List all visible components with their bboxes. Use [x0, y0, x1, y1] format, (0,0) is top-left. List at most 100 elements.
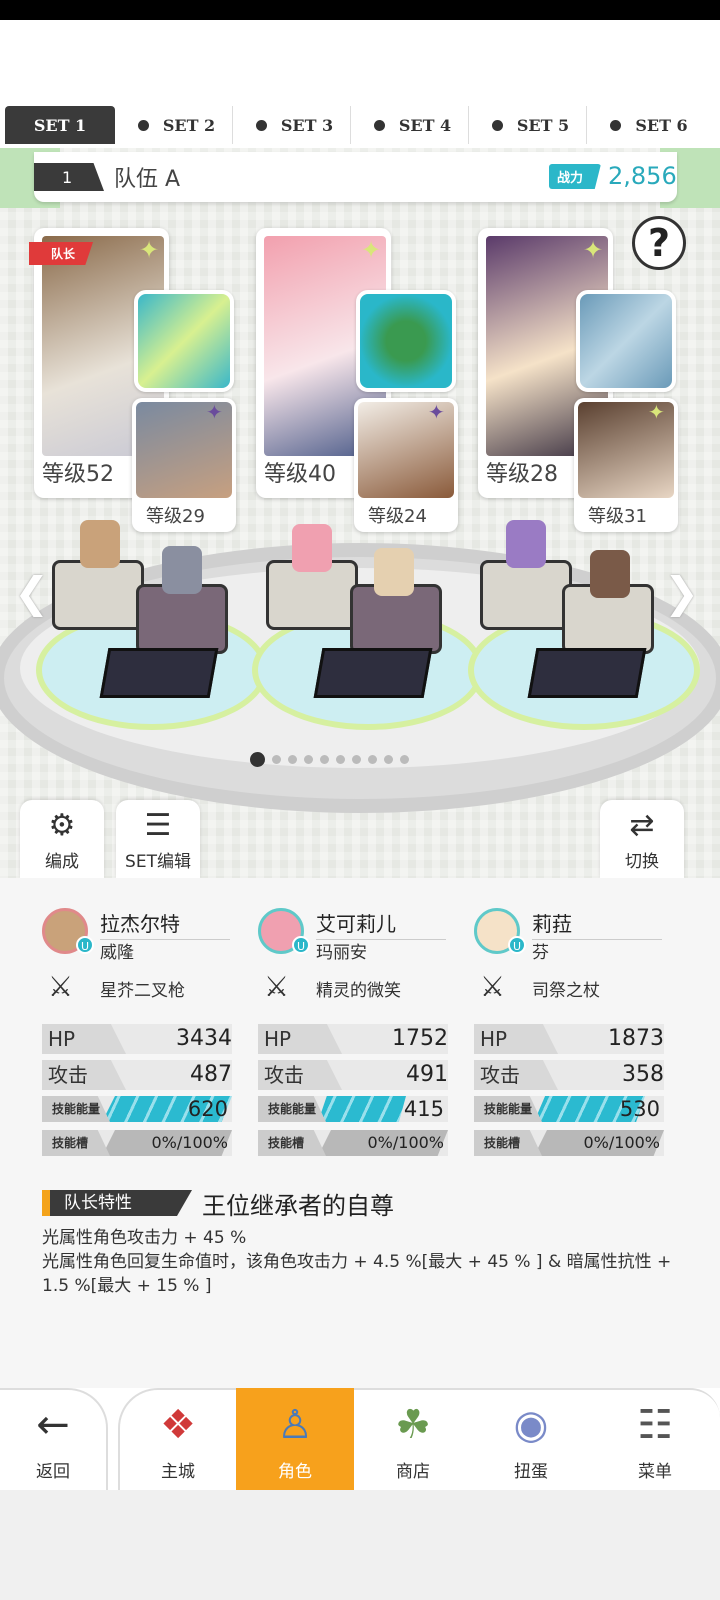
light-element-icon: U — [508, 936, 526, 954]
star-icon: ✦ — [428, 400, 445, 424]
nav-shop[interactable]: ☘ 商店 — [354, 1388, 472, 1490]
next-arrow-icon[interactable]: ❯ — [664, 568, 699, 617]
power-label: 战力 — [549, 164, 601, 189]
weapon-orb-icon[interactable] — [356, 290, 456, 392]
hp-value: 1752 — [392, 1026, 448, 1051]
tab-set-4[interactable]: SET 4 — [357, 106, 469, 144]
skill-slot-row: 技能槽 0%/100% — [258, 1130, 448, 1156]
support-card-2[interactable]: ✦ 等级24 — [354, 398, 458, 532]
prev-arrow-icon[interactable]: ❮ — [14, 568, 49, 617]
bottom-nav: ← 返回 ❖ 主城 ♙ 角色 ☘ 商店 ◉ 扭蛋 ☷ 菜单 — [0, 1388, 720, 1490]
page-dot — [336, 755, 345, 764]
dot-icon — [610, 119, 622, 131]
weapon-name: 精灵的微笑 — [316, 981, 401, 1001]
empty-slot-tile[interactable] — [99, 648, 219, 698]
nav-back[interactable]: ← 返回 — [0, 1388, 108, 1490]
nav-label: 扭蛋 — [514, 1462, 548, 1482]
attack-value: 358 — [622, 1062, 664, 1087]
nav-menu[interactable]: ☷ 菜单 — [590, 1388, 720, 1490]
attack-row: 攻击 487 — [42, 1060, 232, 1090]
top-spacer — [0, 20, 720, 102]
nav-gacha[interactable]: ◉ 扭蛋 — [472, 1388, 590, 1490]
nav-label: 主城 — [161, 1462, 195, 1482]
status-bar — [0, 0, 720, 20]
nav-label: 角色 — [278, 1462, 312, 1482]
attack-label: 攻击 — [42, 1060, 126, 1090]
switch-button[interactable]: ⇄ 切换 — [600, 800, 684, 878]
hero-level: 等级40 — [264, 462, 336, 487]
skill-energy-row: 技能能量 620 — [42, 1096, 232, 1122]
chibi-sprite — [162, 546, 202, 594]
slot-label: 技能槽 — [258, 1130, 326, 1156]
star-icon: ✦ — [360, 236, 382, 264]
set-edit-button[interactable]: ☰ SET编辑 — [116, 800, 200, 878]
slot-value: 0%/100% — [151, 1133, 228, 1152]
tab-set-6[interactable]: SET 6 — [593, 106, 705, 144]
hp-value: 3434 — [176, 1026, 232, 1051]
hp-label: HP — [258, 1024, 342, 1054]
tab-label: SET 2 — [162, 115, 216, 135]
set-edit-label: SET编辑 — [125, 852, 191, 872]
energy-value: 620 — [187, 1097, 228, 1121]
tab-set-2[interactable]: SET 2 — [121, 106, 233, 144]
menu-icon: ☷ — [637, 1402, 673, 1448]
star-icon: ✦ — [138, 236, 160, 264]
tab-set-5[interactable]: SET 5 — [475, 106, 587, 144]
pedestal — [136, 584, 228, 654]
chibi-sprite — [80, 520, 120, 568]
weapon-icon: ⚔ — [48, 970, 74, 1003]
slot-value: 0%/100% — [367, 1133, 444, 1152]
skill-energy-row: 技能能量 530 — [474, 1096, 664, 1122]
tab-label: SET 1 — [33, 115, 87, 135]
switch-label: 切换 — [625, 852, 659, 872]
pedestal — [480, 560, 572, 630]
dot-icon — [373, 119, 385, 131]
light-element-icon: U — [292, 936, 310, 954]
tab-set-1[interactable]: SET 1 — [5, 106, 115, 144]
slot-label: 技能槽 — [42, 1130, 110, 1156]
list-icon: ☰ — [144, 808, 172, 843]
weapon-name: 司祭之杖 — [532, 981, 600, 1001]
support-name: 芬 — [532, 943, 549, 963]
attack-label: 攻击 — [258, 1060, 342, 1090]
weapon-icon: ⚔ — [264, 970, 290, 1003]
support-card-3[interactable]: ✦ 等级31 — [574, 398, 678, 532]
chibi-sprite — [374, 548, 414, 596]
character-icon: ♙ — [277, 1402, 313, 1448]
team-name[interactable]: 队伍 A — [114, 161, 180, 193]
team-number: 1 — [34, 163, 104, 191]
empty-slot-tile[interactable] — [313, 648, 433, 698]
energy-bar — [318, 1096, 406, 1122]
attack-label: 攻击 — [474, 1060, 558, 1090]
support-name: 威隆 — [100, 943, 134, 963]
nav-label: 商店 — [396, 1462, 430, 1482]
page-dot — [320, 755, 329, 764]
star-icon: ✦ — [582, 236, 604, 264]
page-dot — [352, 755, 361, 764]
attack-value: 487 — [190, 1062, 232, 1087]
page-dot — [384, 755, 393, 764]
formation-button[interactable]: ⚙ 编成 — [20, 800, 104, 878]
tab-set-3[interactable]: SET 3 — [239, 106, 351, 144]
weapon-staff-icon[interactable] — [576, 290, 676, 392]
weapon-spear-icon[interactable] — [134, 290, 234, 392]
team-header: 1 队伍 A 战力 2,856 — [34, 152, 677, 202]
hp-value: 1873 — [608, 1026, 664, 1051]
energy-value: 530 — [619, 1097, 660, 1121]
support-card-1[interactable]: ✦ 等级29 — [132, 398, 236, 532]
nav-label: 菜单 — [638, 1462, 672, 1482]
page-dot — [304, 755, 313, 764]
castle-icon: ❖ — [160, 1402, 196, 1448]
nav-label: 返回 — [36, 1462, 70, 1482]
help-icon[interactable]: ? — [632, 216, 686, 270]
character-name: 艾可莉儿 — [316, 908, 446, 940]
leader-trait-label: 队长特性 — [42, 1190, 192, 1216]
tab-label: SET 6 — [635, 115, 688, 135]
nav-character[interactable]: ♙ 角色 — [236, 1388, 354, 1490]
energy-label: 技能能量 — [474, 1096, 542, 1122]
empty-slot-tile[interactable] — [527, 648, 647, 698]
slot-label: 技能槽 — [474, 1130, 542, 1156]
nav-town[interactable]: ❖ 主城 — [118, 1388, 236, 1490]
light-element-icon: U — [76, 936, 94, 954]
skill-slot-row: 技能槽 0%/100% — [474, 1130, 664, 1156]
